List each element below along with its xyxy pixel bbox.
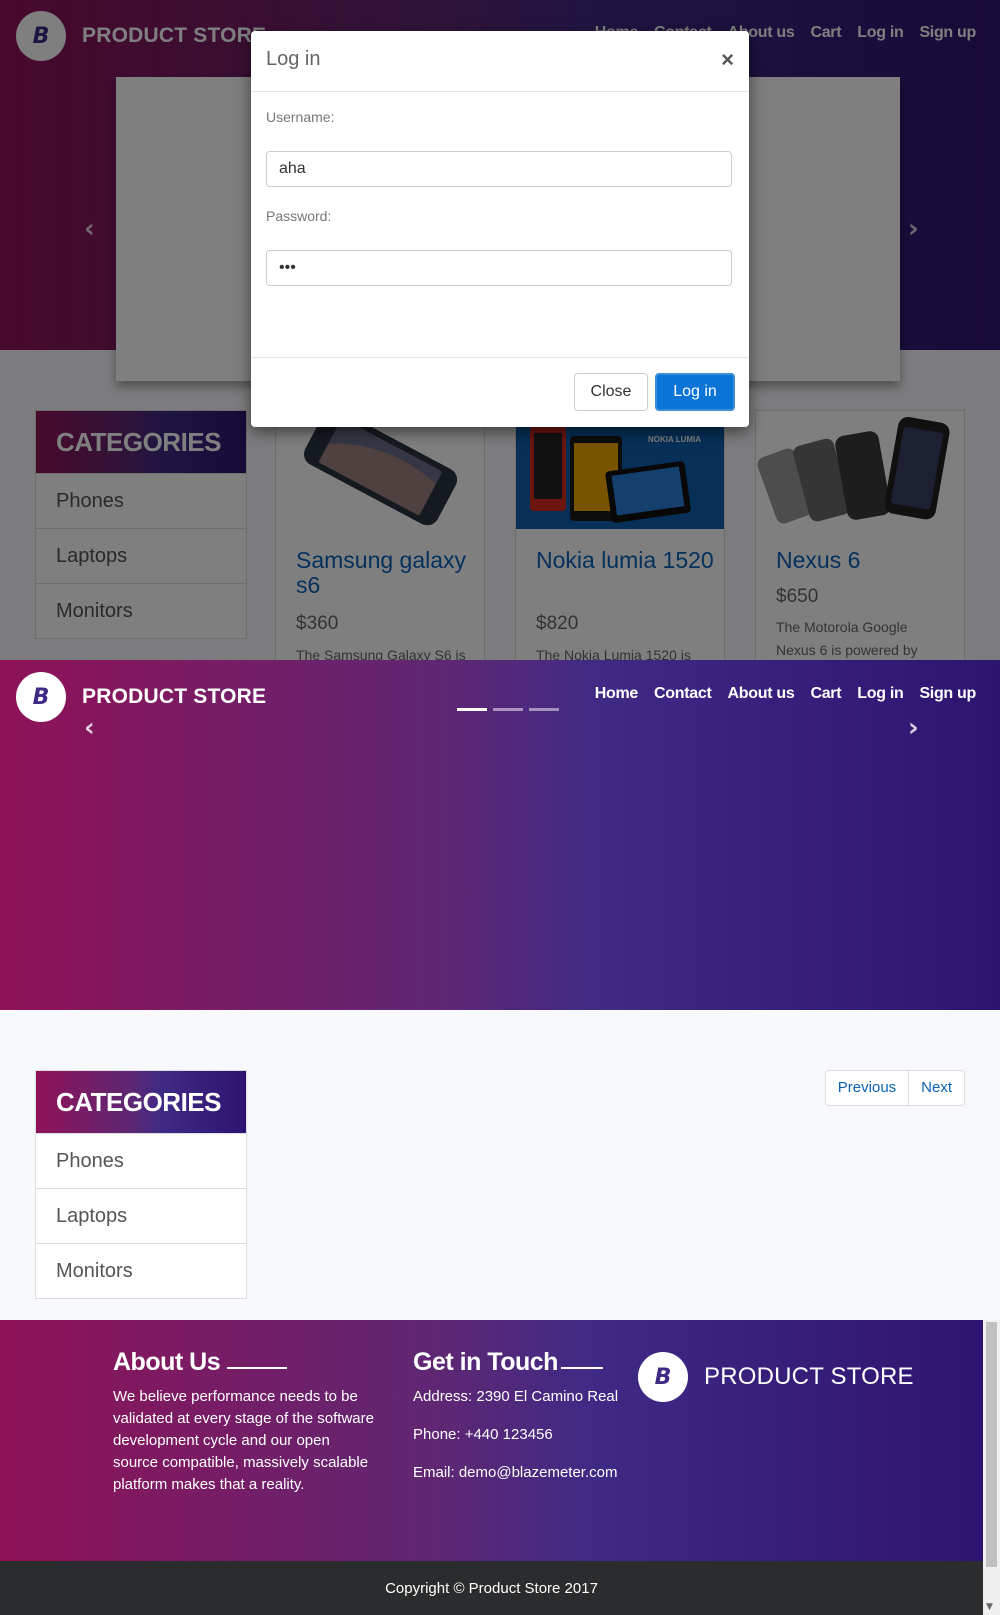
previous-button[interactable]: Previous bbox=[826, 1071, 908, 1105]
contact-email: Email: demo@blazemeter.com bbox=[413, 1464, 618, 1481]
carousel-indicator[interactable] bbox=[493, 708, 523, 711]
brand-logo-icon: B bbox=[16, 672, 66, 722]
login-modal: Log in × Username: aha Password: ••• Clo… bbox=[251, 31, 749, 427]
pagination: Previous Next bbox=[824, 1070, 965, 1106]
categories-title: CATEGORIES bbox=[36, 1071, 246, 1133]
scroll-down-icon[interactable]: ▼ bbox=[986, 1602, 993, 1612]
next-button[interactable]: Next bbox=[908, 1071, 964, 1105]
category-phones[interactable]: Phones bbox=[36, 1133, 246, 1188]
modal-header-divider bbox=[251, 91, 749, 92]
close-button[interactable]: Close bbox=[574, 373, 648, 411]
modal-title: Log in bbox=[266, 48, 321, 70]
copyright-bar: Copyright © Product Store 2017 bbox=[0, 1561, 983, 1615]
password-input[interactable]: ••• bbox=[266, 250, 732, 286]
contact-phone: Phone: +440 123456 bbox=[413, 1426, 553, 1443]
nav-contact[interactable]: Contact bbox=[654, 685, 712, 703]
nav-sign-up[interactable]: Sign up bbox=[919, 685, 976, 703]
top-nav: Home Contact About us Cart Log in Sign u… bbox=[595, 685, 977, 703]
nav-about-us[interactable]: About us bbox=[728, 685, 795, 703]
page-behind-modal: B PRODUCT STORE Home Contact About us Ca… bbox=[0, 0, 1000, 660]
heading-underline bbox=[561, 1367, 603, 1369]
brand-logo-icon: B bbox=[638, 1352, 688, 1402]
username-input[interactable]: aha bbox=[266, 151, 732, 187]
category-monitors[interactable]: Monitors bbox=[36, 1243, 246, 1298]
footer-brand: B PRODUCT STORE bbox=[638, 1352, 914, 1402]
nav-home[interactable]: Home bbox=[595, 685, 639, 703]
close-icon[interactable]: × bbox=[721, 47, 734, 73]
log-in-button[interactable]: Log in bbox=[655, 373, 735, 411]
password-label: Password: bbox=[266, 208, 332, 224]
carousel-indicator-active[interactable] bbox=[457, 708, 487, 711]
categories-panel: CATEGORIES Phones Laptops Monitors bbox=[35, 1070, 247, 1299]
chevron-left-icon[interactable]: ‹ bbox=[84, 713, 95, 743]
scrollbar-thumb[interactable] bbox=[986, 1322, 997, 1567]
nav-log-in[interactable]: Log in bbox=[857, 685, 903, 703]
modal-footer-divider bbox=[251, 357, 749, 358]
brand-logo-link[interactable]: B PRODUCT STORE bbox=[16, 672, 266, 722]
about-us-text: We believe performance needs to be valid… bbox=[113, 1388, 374, 1493]
username-label: Username: bbox=[266, 109, 335, 125]
heading-underline bbox=[227, 1367, 287, 1369]
get-in-touch-heading: Get in Touch bbox=[413, 1348, 558, 1376]
footer: About Us We believe performance needs to… bbox=[0, 1320, 983, 1561]
chevron-right-icon[interactable]: › bbox=[908, 713, 919, 743]
contact-address: Address: 2390 El Camino Real bbox=[413, 1388, 619, 1405]
brand-name: PRODUCT STORE bbox=[82, 685, 267, 708]
footer-brand-name: PRODUCT STORE bbox=[704, 1363, 914, 1390]
carousel-indicator[interactable] bbox=[529, 708, 559, 711]
about-us-heading: About Us bbox=[113, 1348, 221, 1376]
category-laptops[interactable]: Laptops bbox=[36, 1188, 246, 1243]
page-scrollbar[interactable]: ▼ bbox=[983, 1320, 1000, 1615]
nav-cart[interactable]: Cart bbox=[810, 685, 841, 703]
